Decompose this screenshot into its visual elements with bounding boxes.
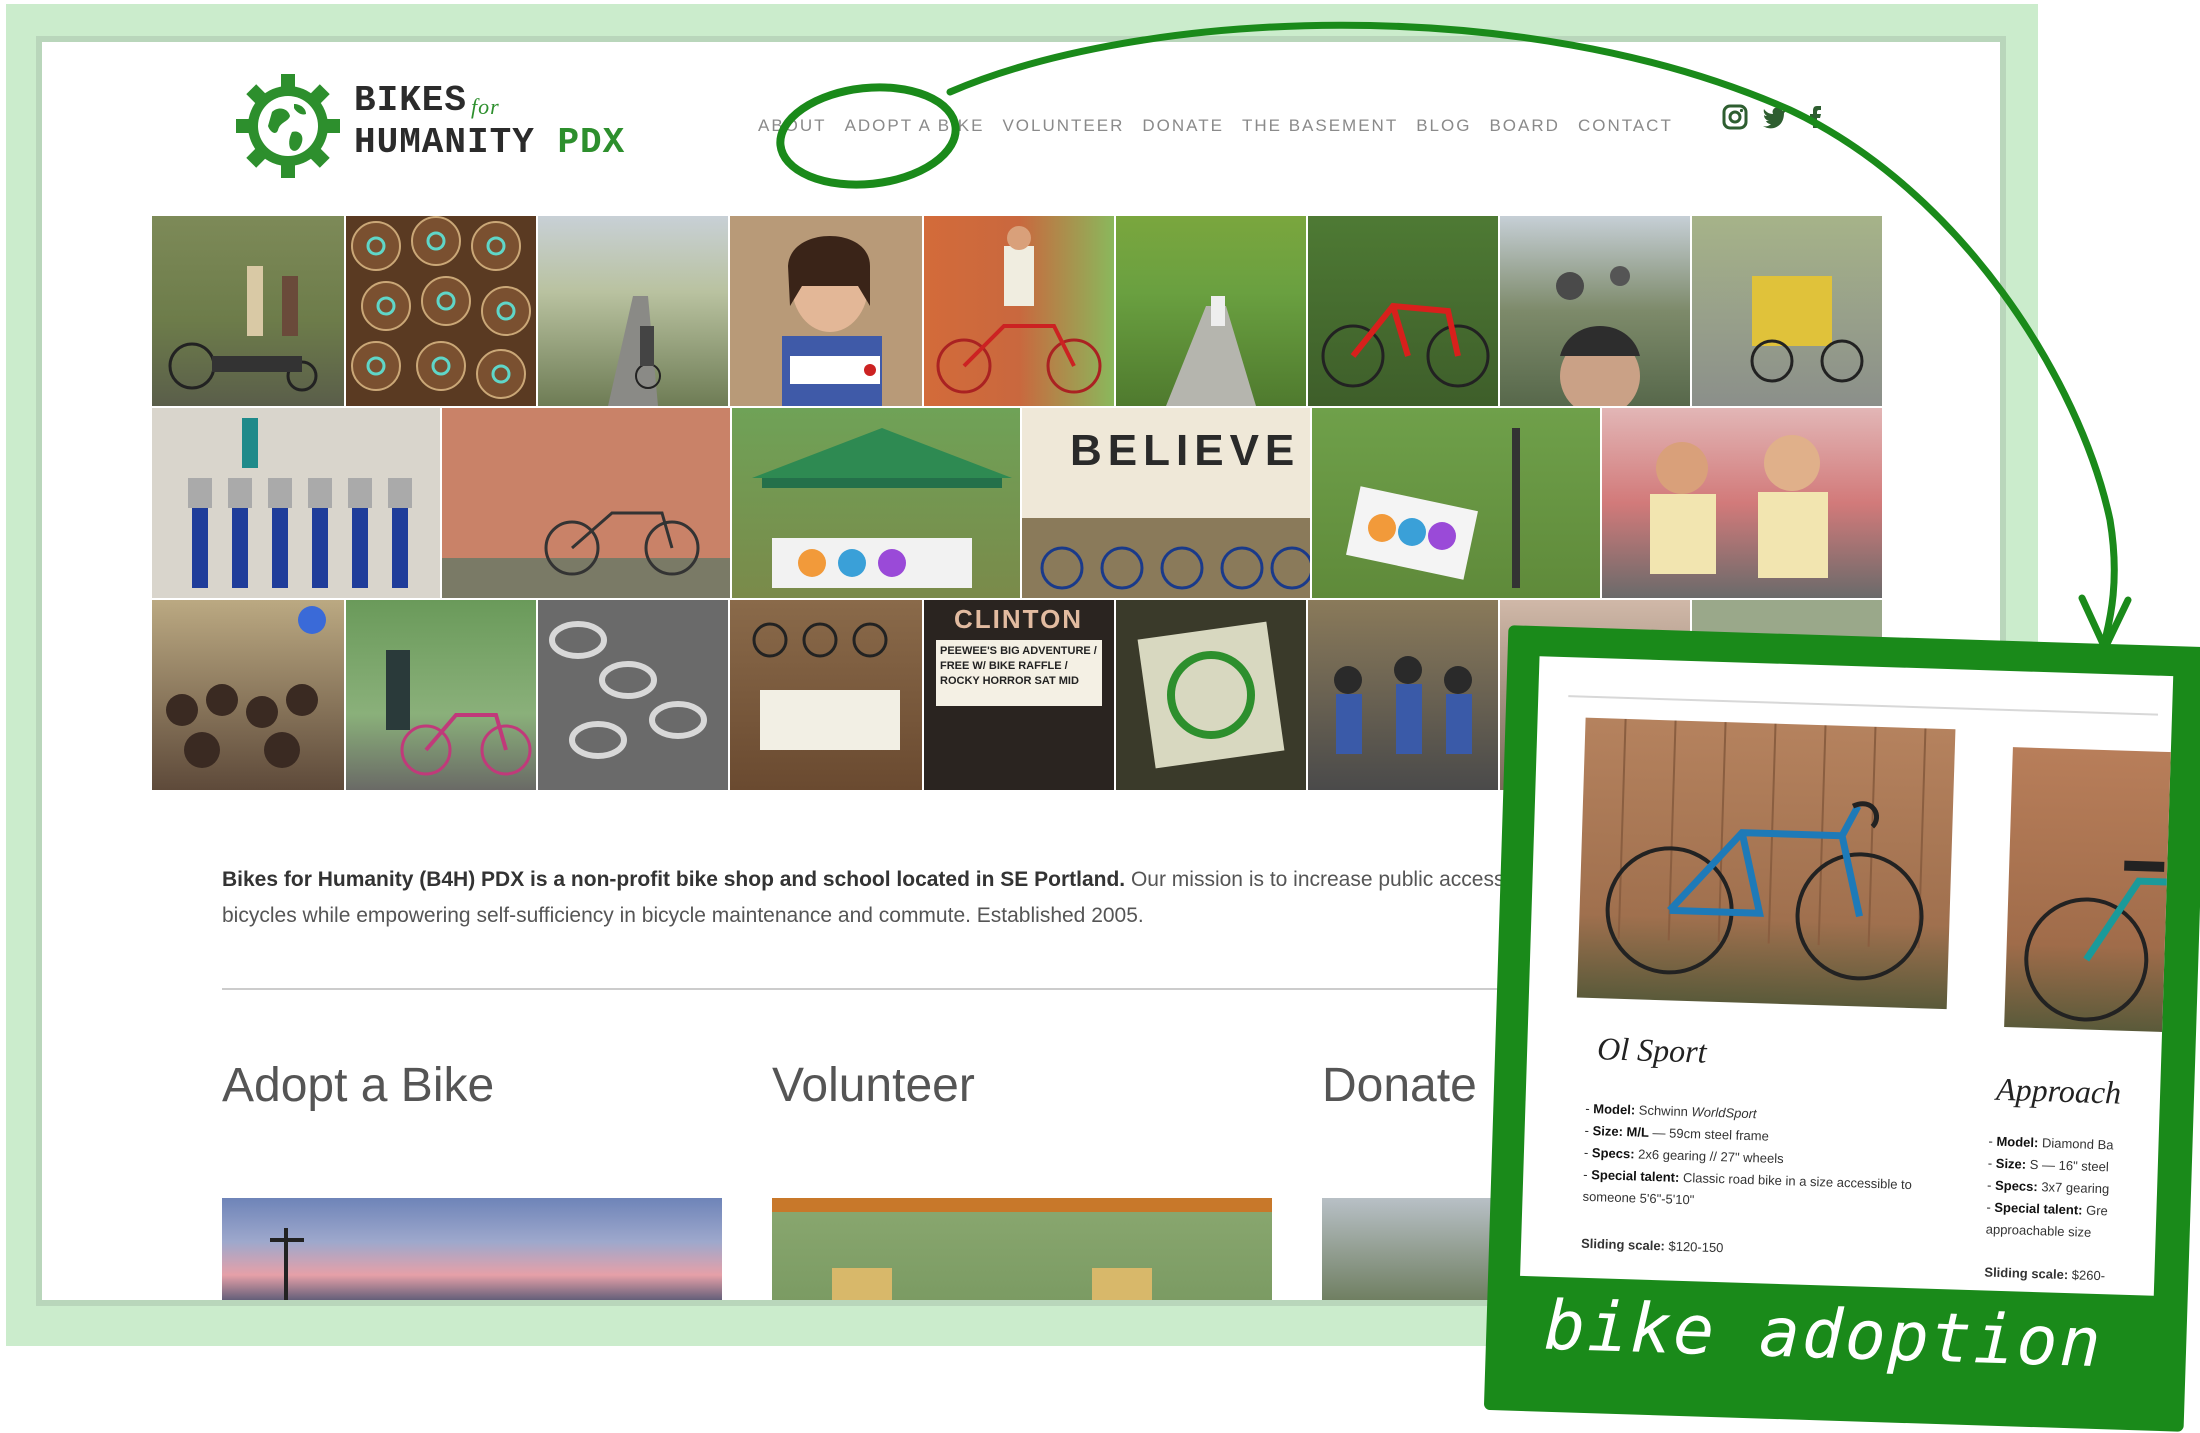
section-title-volunteer[interactable]: Volunteer (772, 1058, 975, 1113)
photo-park-ride (1116, 216, 1306, 406)
photo-red-bike-mural (924, 216, 1114, 406)
photo-group-ride-selfie (1500, 216, 1690, 406)
photo-shop-party (152, 600, 344, 790)
bike-price-approach: Sliding scale: $260- (1984, 1264, 2106, 1284)
photo-bfh-patch (1116, 600, 1306, 790)
brand-line-1: BIKES for (354, 80, 500, 121)
photo-cargo-bike (152, 216, 344, 406)
card-content: Ol Sport - Model: Schwinn WorldSport - S… (1520, 656, 2174, 1296)
nav-board[interactable]: BOARD (1489, 116, 1559, 136)
bike-photo-ol-sport[interactable] (1576, 717, 1956, 1010)
mission-line-2: bicycles while empowering self-sufficien… (222, 904, 1144, 927)
bike-price-ol-sport: Sliding scale: $120-150 (1580, 1235, 1724, 1256)
nav-adopt-a-bike[interactable]: ADOPT A BIKE (845, 116, 985, 136)
theater-marquee-text: PEEWEE'S BIG ADVENTURE / FREE W/ BIKE RA… (940, 645, 1097, 687)
photo-cupcakes (346, 216, 536, 406)
spec-talent: - Special talent: Classic road bike in a… (1582, 1166, 1913, 1208)
photo-chain-closeup (538, 600, 728, 790)
bike-specs-ol-sport: - Model: Schwinn WorldSport - Size: M/L … (1582, 1098, 1915, 1218)
photo-bike-trailer (1692, 216, 1882, 406)
photo-pink-bike (346, 600, 536, 790)
photo-smiling-volunteer (730, 216, 922, 406)
bike-adoption-card: Ol Sport - Model: Schwinn WorldSport - S… (1483, 625, 2200, 1432)
brand-for: for (471, 94, 500, 119)
nav-the-basement[interactable]: THE BASEMENT (1242, 116, 1398, 136)
nav-about[interactable]: ABOUT (758, 116, 827, 136)
mission-rest: Our mission is to increase public access… (1125, 868, 1528, 891)
site-logo[interactable]: BIKES for HUMANITY PDX (234, 72, 714, 192)
nav-volunteer[interactable]: VOLUNTEER (1002, 116, 1124, 136)
main-nav: ABOUT ADOPT A BIKE VOLUNTEER DONATE THE … (758, 116, 1691, 136)
bike-name-ol-sport: Ol Sport (1596, 1030, 1708, 1070)
card-rule (1568, 695, 2159, 716)
nav-donate[interactable]: DONATE (1142, 116, 1224, 136)
adopt-section-image[interactable] (222, 1198, 722, 1300)
nav-contact[interactable]: CONTACT (1578, 116, 1673, 136)
spec2-talent-line2: approachable size (1985, 1221, 2092, 1240)
mission-bold: Bikes for Humanity (B4H) PDX is a non-pr… (222, 868, 1126, 891)
photo-bfh-lawn-sign (1312, 408, 1600, 598)
bike-specs-approach: - Model: Diamond Ba - Size: S — 16" stee… (1985, 1131, 2168, 1247)
photo-shop-counter (730, 600, 922, 790)
social-links (1722, 104, 1828, 130)
brand-humanity: HUMANITY (354, 122, 535, 163)
volunteer-section-image[interactable] (772, 1198, 1272, 1300)
photo-band-performance (1308, 600, 1498, 790)
theater-sign-text: CLINTON (954, 604, 1084, 634)
photo-bike-path (538, 216, 728, 406)
photo-wrench-wall (152, 408, 440, 598)
photo-two-volunteers (1602, 408, 1882, 598)
nav-blog[interactable]: BLOG (1416, 116, 1471, 136)
brand-pdx: PDX (557, 122, 626, 163)
brand-bikes: BIKES (354, 80, 468, 121)
photo-red-mountain-bike (1308, 216, 1498, 406)
photo-believe-sign: BELIEVE (1022, 408, 1310, 598)
photo-event-tent (732, 408, 1020, 598)
photo-bike-red-barn (442, 408, 730, 598)
brand-line-2: HUMANITY PDX (354, 122, 625, 163)
section-title-donate[interactable]: Donate (1322, 1058, 1477, 1113)
bike-name-approach: Approach (1995, 1070, 2122, 1111)
instagram-icon[interactable] (1722, 104, 1748, 130)
bike-photo-approach[interactable] (2004, 747, 2174, 1034)
photo-clinton-theater: CLINTON PEEWEE'S BIG ADVENTURE / FREE W/… (924, 600, 1114, 790)
section-title-adopt[interactable]: Adopt a Bike (222, 1058, 494, 1113)
gear-globe-icon (236, 74, 340, 178)
facebook-icon[interactable] (1802, 104, 1828, 130)
twitter-icon[interactable] (1762, 104, 1788, 130)
